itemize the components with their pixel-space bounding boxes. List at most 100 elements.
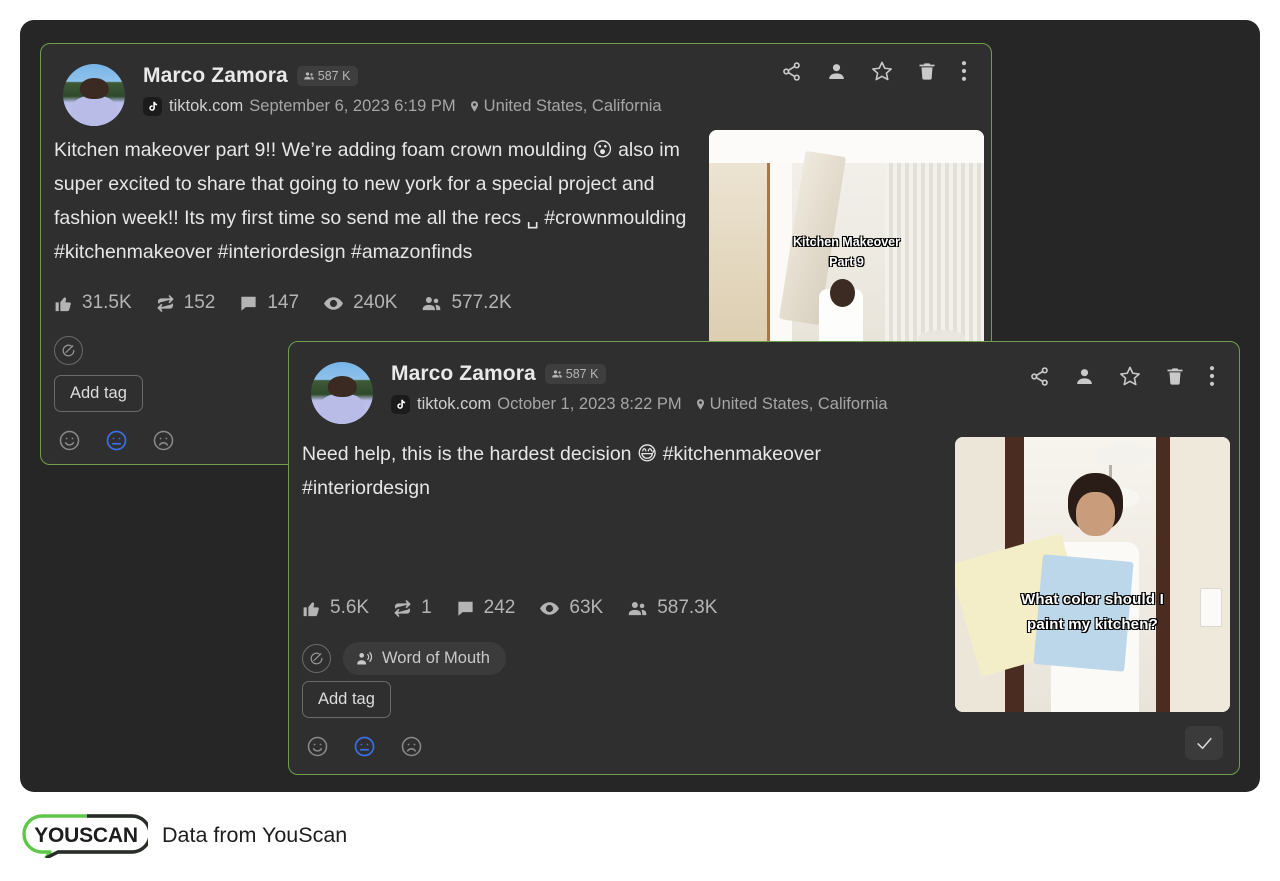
footer: YOUSCAN Data from YouScan — [20, 812, 347, 858]
stat-views: 63K — [539, 597, 603, 619]
stat-reposts: 152 — [156, 292, 216, 314]
card-header: Marco Zamora 587 K — [63, 64, 662, 126]
stat-value: 31.5K — [82, 292, 132, 314]
tag-chip-label: Word of Mouth — [382, 649, 490, 668]
post-thumbnail[interactable]: What color should I paint my kitchen? — [955, 437, 1230, 712]
card-action-bar — [781, 60, 967, 82]
comment-icon — [456, 599, 475, 618]
stat-audience: 577.2K — [421, 292, 511, 314]
tag-row — [54, 336, 83, 365]
engagement-stats: 5.6K 1 242 — [302, 597, 731, 619]
stat-value: 152 — [184, 292, 216, 314]
approve-button[interactable] — [1185, 726, 1223, 760]
avatar[interactable] — [311, 362, 373, 424]
stat-value: 1 — [421, 597, 432, 619]
people-icon — [551, 368, 563, 380]
stat-audience: 587.3K — [627, 597, 717, 619]
trash-icon[interactable] — [1165, 366, 1185, 386]
stat-likes: 31.5K — [54, 292, 132, 314]
post-date: October 1, 2023 8:22 PM — [497, 395, 681, 414]
share-icon[interactable] — [781, 61, 802, 82]
location-pin-icon — [694, 396, 707, 413]
sentiment-selector — [306, 735, 423, 758]
stat-comments: 147 — [239, 292, 299, 314]
location-pin-icon — [468, 98, 481, 115]
follower-count: 587 K — [318, 69, 351, 83]
thumbnail-caption-line1: What color should I — [955, 591, 1230, 608]
auto-tag-icon[interactable] — [302, 644, 331, 673]
stat-value: 242 — [484, 597, 516, 619]
audience-icon — [421, 293, 442, 314]
stat-value: 240K — [353, 292, 397, 314]
stat-views: 240K — [323, 292, 397, 314]
stat-value: 577.2K — [451, 292, 511, 314]
comment-icon — [239, 294, 258, 313]
post-text: Kitchen makeover part 9!! We’re adding f… — [54, 133, 690, 269]
audience-icon — [627, 598, 648, 619]
youscan-logo-text: YOUSCAN — [34, 824, 138, 847]
trash-icon[interactable] — [917, 61, 937, 81]
thumbnail-caption-line2: paint my kitchen? — [955, 616, 1230, 633]
add-tag-button[interactable]: Add tag — [54, 375, 143, 412]
people-icon — [303, 70, 315, 82]
location-text: United States, California — [484, 97, 662, 116]
sentiment-positive-icon[interactable] — [306, 735, 329, 758]
share-icon[interactable] — [1029, 366, 1050, 387]
star-icon[interactable] — [1119, 365, 1141, 387]
add-tag-button[interactable]: Add tag — [302, 681, 391, 718]
tiktok-icon — [391, 395, 410, 414]
eye-icon — [539, 598, 560, 619]
avatar[interactable] — [63, 64, 125, 126]
screenshot-root: Marco Zamora 587 K — [0, 0, 1280, 881]
engagement-stats: 31.5K 152 147 — [54, 292, 526, 314]
person-icon[interactable] — [826, 61, 847, 82]
thumbs-up-icon — [302, 599, 321, 618]
tiktok-icon — [143, 97, 162, 116]
sentiment-positive-icon[interactable] — [58, 429, 81, 452]
check-icon — [1195, 734, 1214, 753]
sentiment-selector — [58, 429, 175, 452]
more-vertical-icon[interactable] — [1209, 365, 1215, 387]
stat-comments: 242 — [456, 597, 516, 619]
auto-tag-icon[interactable] — [54, 336, 83, 365]
stat-value: 147 — [267, 292, 299, 314]
author-name[interactable]: Marco Zamora — [143, 64, 288, 88]
sentiment-negative-icon[interactable] — [152, 429, 175, 452]
tag-row: Word of Mouth — [302, 642, 506, 675]
post-location: United States, California — [694, 395, 888, 414]
thumbnail-caption-line2: Part 9 — [709, 255, 984, 269]
stat-likes: 5.6K — [302, 597, 369, 619]
stat-value: 63K — [569, 597, 603, 619]
follower-badge: 587 K — [297, 66, 359, 86]
card-action-bar — [1029, 365, 1215, 387]
thumbs-up-icon — [54, 294, 73, 313]
eye-icon — [323, 293, 344, 314]
stat-value: 587.3K — [657, 597, 717, 619]
word-of-mouth-icon — [356, 650, 373, 667]
sentiment-neutral-icon[interactable] — [105, 429, 128, 452]
follower-badge: 587 K — [545, 364, 607, 384]
location-text: United States, California — [710, 395, 888, 414]
sentiment-negative-icon[interactable] — [400, 735, 423, 758]
star-icon[interactable] — [871, 60, 893, 82]
tag-chip-word-of-mouth[interactable]: Word of Mouth — [343, 642, 506, 675]
repost-icon — [393, 599, 412, 618]
source-domain[interactable]: tiktok.com — [417, 395, 491, 414]
mention-card-2[interactable]: Marco Zamora 587 K — [288, 341, 1240, 775]
stat-reposts: 1 — [393, 597, 432, 619]
source-domain[interactable]: tiktok.com — [169, 97, 243, 116]
repost-icon — [156, 294, 175, 313]
thumbnail-caption-line1: Kitchen Makeover — [709, 235, 984, 249]
sentiment-neutral-icon[interactable] — [353, 735, 376, 758]
post-text: Need help, this is the hardest decision … — [302, 437, 902, 505]
follower-count: 587 K — [566, 367, 599, 381]
post-date: September 6, 2023 6:19 PM — [249, 97, 455, 116]
person-icon[interactable] — [1074, 366, 1095, 387]
author-name[interactable]: Marco Zamora — [391, 362, 536, 386]
more-vertical-icon[interactable] — [961, 60, 967, 82]
youscan-logo: YOUSCAN — [20, 812, 148, 858]
post-location: United States, California — [468, 97, 662, 116]
card-header: Marco Zamora 587 K — [311, 362, 888, 424]
footer-label: Data from YouScan — [162, 823, 347, 848]
stat-value: 5.6K — [330, 597, 369, 619]
